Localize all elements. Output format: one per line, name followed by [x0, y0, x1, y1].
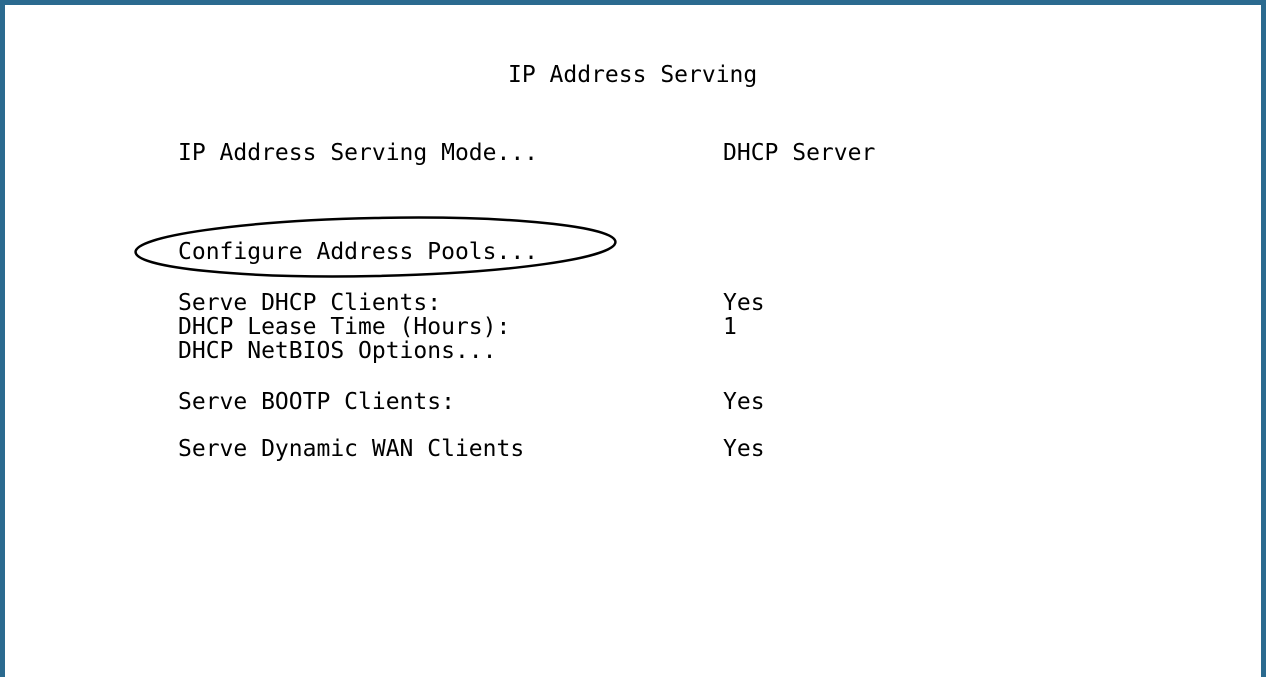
serve-dhcp-clients-label: Serve DHCP Clients:	[178, 290, 442, 316]
screen-title: IP Address Serving	[508, 62, 758, 88]
serving-mode-menu-item[interactable]: IP Address Serving Mode...	[178, 142, 538, 165]
serving-mode-value[interactable]: DHCP Server	[723, 142, 875, 165]
dhcp-lease-time-label: DHCP Lease Time (Hours):	[178, 314, 511, 340]
ip-address-serving-screen: IP Address Serving IP Address Serving Mo…	[0, 0, 1276, 677]
serve-bootp-clients-label: Serve BOOTP Clients:	[178, 389, 455, 415]
serve-dynamic-wan-clients-label: Serve Dynamic WAN Clients	[178, 436, 525, 462]
dhcp-lease-time-value[interactable]: 1	[723, 316, 737, 339]
serve-bootp-clients-value[interactable]: Yes	[723, 391, 765, 414]
serve-dhcp-clients-value[interactable]: Yes	[723, 292, 765, 315]
dhcp-netbios-options-menu-item[interactable]: DHCP NetBIOS Options...	[178, 340, 497, 363]
configure-address-pools-menu-item[interactable]: Configure Address Pools...	[178, 241, 538, 264]
serve-dynamic-wan-clients-value[interactable]: Yes	[723, 438, 765, 461]
